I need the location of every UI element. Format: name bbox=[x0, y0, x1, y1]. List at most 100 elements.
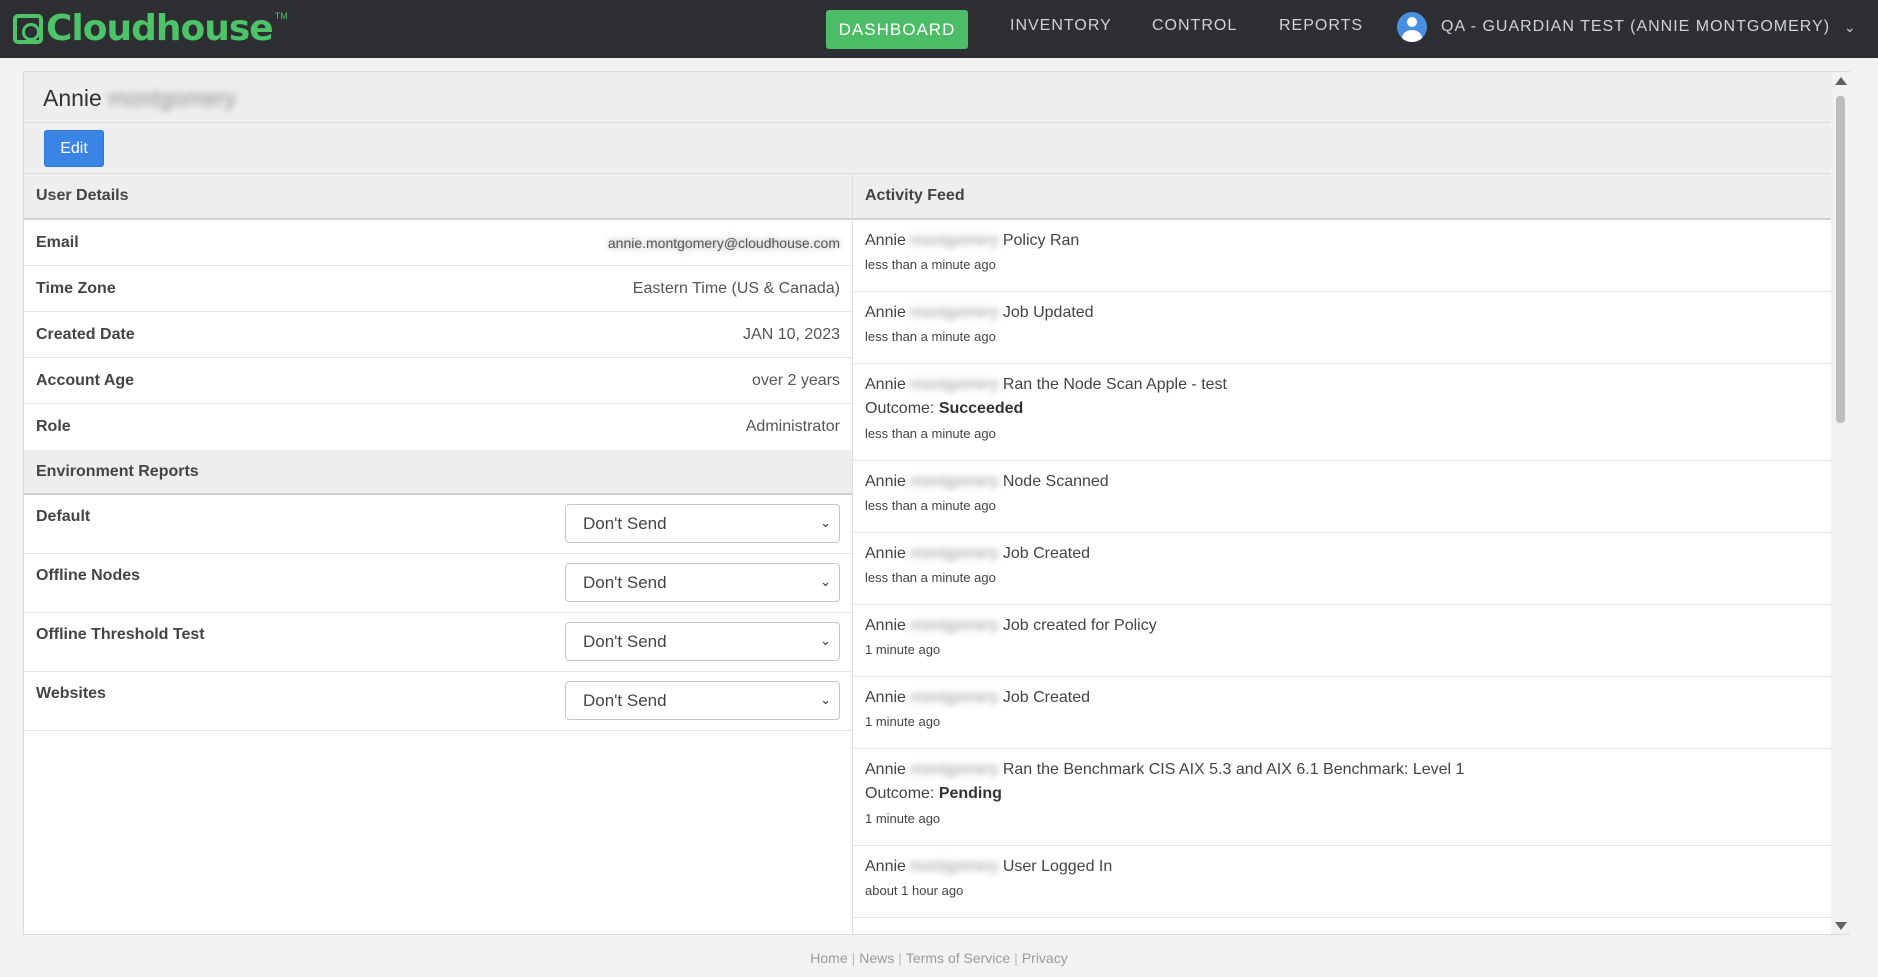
feed-action: Node Scanned bbox=[1002, 473, 1109, 490]
footer-separator: | bbox=[1014, 950, 1018, 966]
detail-row-account-age: Account Age over 2 years bbox=[24, 358, 852, 404]
card-toolbar: Edit bbox=[24, 123, 1831, 174]
nav-control-link[interactable]: CONTROL bbox=[1152, 17, 1237, 35]
detail-value: JAN 10, 2023 bbox=[743, 325, 840, 343]
feed-time: less than a minute ago bbox=[865, 257, 996, 272]
nav-dashboard-button[interactable]: DASHBOARD bbox=[826, 10, 968, 49]
env-report-row-offline-nodes: Offline Nodes Don't Send ⌄ bbox=[24, 554, 852, 613]
feed-action: User Logged In bbox=[1002, 858, 1113, 875]
chevron-down-icon: ⌄ bbox=[820, 574, 831, 589]
select-value: Don't Send bbox=[583, 631, 667, 651]
activity-feed-header: Activity Feed bbox=[853, 174, 1831, 220]
feed-user: Annie bbox=[865, 858, 906, 875]
user-menu[interactable]: QA - GUARDIAN TEST (ANNIE MONTGOMERY) ⌄ bbox=[1397, 12, 1857, 42]
env-report-label: Offline Nodes bbox=[36, 567, 141, 584]
detail-label: Account Age bbox=[36, 371, 135, 389]
chevron-down-icon: ⌄ bbox=[1844, 18, 1857, 35]
footer-news-link[interactable]: News bbox=[859, 950, 894, 966]
footer-separator: | bbox=[898, 950, 902, 966]
outcome-value: Succeeded bbox=[938, 400, 1024, 417]
feed-user: Annie bbox=[865, 232, 906, 249]
env-report-row-websites: Websites Don't Send ⌄ bbox=[24, 672, 852, 731]
env-report-select-default[interactable]: Don't Send ⌄ bbox=[565, 504, 840, 543]
detail-value: Administrator bbox=[745, 418, 840, 435]
feed-time: less than a minute ago bbox=[865, 570, 996, 585]
feed-user-redacted: montgomery bbox=[909, 617, 999, 634]
feed-action: Job Created bbox=[1002, 689, 1091, 706]
feed-user-redacted: montgomery bbox=[909, 473, 999, 490]
detail-row-email: Email annie.montgomery@cloudhouse.com bbox=[24, 220, 852, 266]
detail-value: over 2 years bbox=[751, 371, 840, 389]
list-item: Annie montgomery Job Created less than a m… bbox=[853, 533, 1831, 605]
env-report-label: Offline Threshold Test bbox=[36, 626, 205, 643]
env-report-select-websites[interactable]: Don't Send ⌄ bbox=[565, 681, 840, 720]
detail-value-email-redacted: annie.montgomery@cloudhouse.com bbox=[607, 234, 840, 251]
feed-user: Annie bbox=[865, 761, 906, 778]
env-report-row-offline-threshold: Offline Threshold Test Don't Send ⌄ bbox=[24, 613, 852, 672]
feed-time: less than a minute ago bbox=[865, 426, 996, 441]
select-value: Don't Send bbox=[583, 690, 667, 710]
select-value: Don't Send bbox=[583, 513, 667, 533]
feed-action: Job Updated bbox=[1002, 304, 1094, 321]
list-item: Annie montgomery Ran the Node Scan Apple -… bbox=[853, 364, 1831, 461]
detail-label: Created Date bbox=[36, 325, 135, 343]
feed-time: less than a minute ago bbox=[865, 329, 996, 344]
user-details-header: User Details bbox=[24, 174, 852, 220]
detail-value: Eastern Time (US & Canada) bbox=[632, 279, 840, 297]
scroll-up-arrow-icon[interactable] bbox=[1835, 77, 1847, 85]
footer-separator: | bbox=[851, 950, 856, 966]
chevron-down-icon: ⌄ bbox=[820, 633, 831, 648]
env-report-label: Default bbox=[36, 508, 91, 525]
nav-inventory-link[interactable]: INVENTORY bbox=[1010, 17, 1112, 35]
brand-name: Cloudhouse bbox=[46, 8, 274, 49]
feed-user-redacted: montgomery bbox=[909, 545, 999, 562]
outcome-label: Outcome: bbox=[865, 400, 935, 417]
footer-home-link[interactable]: Home bbox=[810, 950, 847, 966]
chevron-down-icon: ⌄ bbox=[820, 515, 831, 530]
edit-button[interactable]: Edit bbox=[44, 130, 104, 167]
feed-user: Annie bbox=[865, 304, 906, 321]
feed-user-redacted: montgomery bbox=[909, 304, 999, 321]
footer-terms-link[interactable]: Terms of Service bbox=[906, 950, 1010, 966]
env-report-label: Websites bbox=[36, 685, 106, 702]
environment-reports-header: Environment Reports bbox=[24, 450, 852, 495]
user-menu-label: QA - GUARDIAN TEST (ANNIE MONTGOMERY) bbox=[1441, 18, 1831, 35]
scroll-down-arrow-icon[interactable] bbox=[1835, 922, 1847, 930]
feed-action: Job created for Policy bbox=[1002, 617, 1157, 634]
list-item: Annie montgomery Job Updated less than a m… bbox=[853, 292, 1831, 364]
feed-user-redacted: montgomery bbox=[909, 376, 999, 393]
nav-reports-link[interactable]: REPORTS bbox=[1279, 17, 1363, 35]
user-last-name-redacted: montgomery bbox=[108, 85, 237, 111]
feed-user-redacted: montgomery bbox=[909, 858, 999, 875]
env-report-row-default: Default Don't Send ⌄ bbox=[24, 495, 852, 554]
feed-user-redacted: montgomery bbox=[909, 232, 999, 249]
page-title: Annie montgomery bbox=[43, 85, 236, 112]
list-item: Annie montgomery Job Created 1 minute ago bbox=[853, 677, 1831, 749]
card-header: Annie montgomery bbox=[24, 72, 1831, 123]
footer-privacy-link[interactable]: Privacy bbox=[1022, 950, 1068, 966]
user-first-name: Annie bbox=[43, 85, 102, 111]
list-item: Annie montgomery Job created for Policy 1 … bbox=[853, 605, 1831, 677]
user-profile-card: Annie montgomery Edit User Details Email… bbox=[23, 71, 1850, 935]
feed-user: Annie bbox=[865, 689, 906, 706]
scrollbar-thumb[interactable] bbox=[1836, 96, 1845, 423]
feed-time: less than a minute ago bbox=[865, 498, 996, 513]
detail-row-role: Role Administrator bbox=[24, 404, 852, 450]
list-item: Annie montgomery Ran the Benchmark CIS AIX… bbox=[853, 749, 1831, 846]
feed-time: about 1 hour ago bbox=[865, 883, 964, 898]
feed-action: Policy Ran bbox=[1002, 232, 1080, 249]
trademark-mark: TM bbox=[274, 11, 288, 21]
feed-time: 1 minute ago bbox=[865, 642, 941, 657]
gear-logo-icon bbox=[13, 14, 43, 44]
feed-action: Job Created bbox=[1002, 545, 1091, 562]
feed-action: Ran the Node Scan Apple - test bbox=[1002, 376, 1227, 393]
feed-time: 1 minute ago bbox=[865, 811, 941, 826]
outcome-label: Outcome: bbox=[865, 785, 935, 802]
list-item: Annie montgomery Node Scanned less than a … bbox=[853, 461, 1831, 533]
env-report-select-offline-nodes[interactable]: Don't Send ⌄ bbox=[565, 563, 840, 602]
env-report-select-offline-threshold[interactable]: Don't Send ⌄ bbox=[565, 622, 840, 661]
detail-label: Email bbox=[36, 233, 79, 251]
cloudhouse-logo[interactable]: Cloudhouse TM bbox=[13, 9, 288, 49]
chevron-down-icon: ⌄ bbox=[820, 692, 831, 707]
vertical-scrollbar[interactable] bbox=[1831, 72, 1850, 934]
